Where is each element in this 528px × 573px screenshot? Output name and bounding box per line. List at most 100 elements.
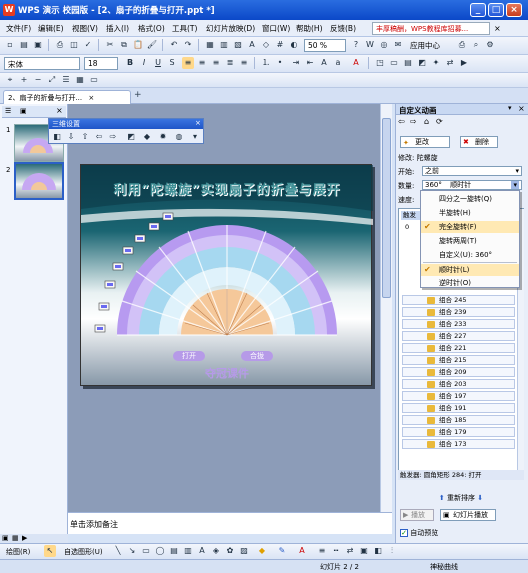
menu-close-icon[interactable]: ×	[494, 24, 501, 33]
zoom-in-icon[interactable]: +	[18, 74, 30, 86]
animation-item[interactable]: 组合 197	[402, 391, 515, 401]
home-icon[interactable]: ⌂	[424, 117, 429, 126]
new-tab-icon[interactable]: +	[134, 90, 142, 100]
outline-icon[interactable]: ☰	[60, 74, 72, 86]
reorder-up-icon[interactable]: ⬆	[439, 494, 445, 502]
promo-link[interactable]: 丰厚稿酬，WPS教程库招募...	[372, 22, 490, 35]
3d-toggle-icon[interactable]: ◧	[51, 131, 63, 143]
textbox-icon[interactable]: ▤	[168, 545, 180, 557]
oval-icon[interactable]: ◯	[154, 545, 166, 557]
new-icon[interactable]: ▫	[4, 39, 16, 51]
animation-item[interactable]: 组合 215	[402, 355, 515, 365]
menu-custom-spin[interactable]: 自定义(U): 360°	[421, 249, 519, 261]
animation-item[interactable]: 组合 245	[402, 295, 515, 305]
color-icon[interactable]: ◐	[288, 39, 300, 51]
slide-thumbnail-2[interactable]	[14, 162, 64, 200]
menu-feedback[interactable]: 反馈(B)	[330, 23, 356, 34]
redo-icon[interactable]: ↷	[182, 39, 194, 51]
tilt-down-icon[interactable]: ⇩	[65, 131, 77, 143]
font-size-select[interactable]: 18	[84, 57, 118, 70]
zoom-out-icon[interactable]: −	[32, 74, 44, 86]
slide-footer-text[interactable]: 夺冠课件	[81, 365, 373, 381]
grid-icon[interactable]: #	[274, 39, 286, 51]
animation-item[interactable]: 组合 221	[402, 343, 515, 353]
slide-layout-icon[interactable]: ▤	[402, 57, 414, 69]
back-icon[interactable]: ⇦	[398, 117, 405, 126]
menu-help[interactable]: 帮助(H)	[296, 23, 323, 34]
select-icon[interactable]: ⌖	[4, 74, 16, 86]
arrow-style-icon[interactable]: ⇄	[344, 545, 356, 557]
decrease-indent-icon[interactable]: ⇤	[304, 57, 316, 69]
line-style-icon[interactable]: ≡	[316, 545, 328, 557]
depth-icon[interactable]: ◩	[125, 131, 137, 143]
insert-image-icon[interactable]: ▧	[232, 39, 244, 51]
outline-tab-icon[interactable]: ☰	[5, 107, 11, 115]
3d-color-icon[interactable]: ▾	[189, 131, 201, 143]
help-icon[interactable]: ?	[350, 39, 362, 51]
line-color-icon[interactable]: ✎	[276, 545, 288, 557]
refresh-icon[interactable]: ⟳	[436, 117, 443, 126]
open-button[interactable]: 打开	[173, 351, 205, 361]
increase-indent-icon[interactable]: ⇥	[290, 57, 302, 69]
zoom-select[interactable]: 50 %	[304, 39, 346, 52]
lighting-icon[interactable]: ✹	[157, 131, 169, 143]
slideshow-button[interactable]: ▣ 幻灯片播放	[440, 509, 496, 521]
decrease-font-icon[interactable]: a	[332, 57, 344, 69]
web-icon[interactable]: ◎	[378, 39, 390, 51]
surface-icon[interactable]: ◍	[173, 131, 185, 143]
slides-tab-icon[interactable]: ▣	[20, 107, 27, 115]
vertical-textbox-icon[interactable]: ▥	[182, 545, 194, 557]
draw-menu-button[interactable]: 绘图(R)	[6, 547, 30, 557]
menu-tools[interactable]: 工具(T)	[172, 23, 197, 34]
rectangle-icon[interactable]: ▭	[140, 545, 152, 557]
print-small-icon[interactable]: ⎙	[456, 39, 468, 51]
arrow-icon[interactable]: ↘	[126, 545, 138, 557]
clipart-icon[interactable]: ✿	[224, 545, 236, 557]
shadow-icon[interactable]: S	[166, 57, 178, 69]
change-button[interactable]: 更改 ✦	[400, 136, 450, 148]
insert-shape-icon[interactable]: ◇	[260, 39, 272, 51]
close-button[interactable]: ×	[506, 3, 522, 17]
menu-two-spins[interactable]: 旋转两周(T)	[421, 235, 519, 247]
insert-table-icon[interactable]: ▦	[204, 39, 216, 51]
transition-icon[interactable]: ⇄	[444, 57, 456, 69]
format-painter-icon[interactable]: 🖌	[146, 39, 158, 51]
menu-view[interactable]: 视图(V)	[72, 23, 98, 34]
distribute-icon[interactable]: ≡	[238, 57, 250, 69]
menu-edit[interactable]: 编辑(E)	[38, 23, 64, 34]
wordart-icon[interactable]: A	[196, 545, 208, 557]
cut-icon[interactable]: ✂	[104, 39, 116, 51]
dash-style-icon[interactable]: ┅	[330, 545, 342, 557]
menu-insert[interactable]: 插入(I)	[106, 23, 129, 34]
menu-format[interactable]: 格式(O)	[138, 23, 165, 34]
settings-icon[interactable]: ⚙	[484, 39, 496, 51]
sorter-view-icon[interactable]: ▦	[12, 534, 19, 542]
insert-textbox-icon[interactable]: A	[246, 39, 258, 51]
paste-icon[interactable]: 📋	[132, 39, 144, 51]
direction-icon[interactable]: ◆	[141, 131, 153, 143]
menu-counterclockwise[interactable]: 逆时针(O)	[421, 277, 519, 289]
minimize-button[interactable]: _	[470, 3, 486, 17]
animation-item[interactable]: 组合 203	[402, 379, 515, 389]
line-icon[interactable]: ╲	[112, 545, 124, 557]
increase-font-icon[interactable]: A	[318, 57, 330, 69]
amount-select[interactable]: 360° 顺时针 ▾	[422, 180, 522, 190]
align-left-icon[interactable]: ≡	[182, 57, 194, 69]
autopreview-checkbox[interactable]: ✓	[400, 529, 408, 537]
menu-clockwise[interactable]: ✔ 顺时针(L)	[421, 264, 519, 276]
menu-half-spin[interactable]: 半旋转(H)	[421, 207, 519, 219]
numbered-list-icon[interactable]: ⒈	[260, 57, 272, 69]
align-right-icon[interactable]: ≡	[210, 57, 222, 69]
preview-icon[interactable]: ◫	[68, 39, 80, 51]
fill-color-icon[interactable]: ◆	[256, 545, 268, 557]
sorter-icon[interactable]: ▦	[74, 74, 86, 86]
animation-item[interactable]: 组合 185	[402, 415, 515, 425]
underline-icon[interactable]: U	[152, 57, 164, 69]
wps-icon[interactable]: W	[364, 39, 376, 51]
animation-icon[interactable]: ✦	[430, 57, 442, 69]
close-fan-button[interactable]: 合拢	[241, 351, 273, 361]
taskpane-dropdown-icon[interactable]: ▾	[508, 104, 512, 112]
tilt-right-icon[interactable]: ⇨	[107, 131, 119, 143]
slideshow-icon[interactable]: ▶	[458, 57, 470, 69]
design-icon[interactable]: ◳	[374, 57, 386, 69]
